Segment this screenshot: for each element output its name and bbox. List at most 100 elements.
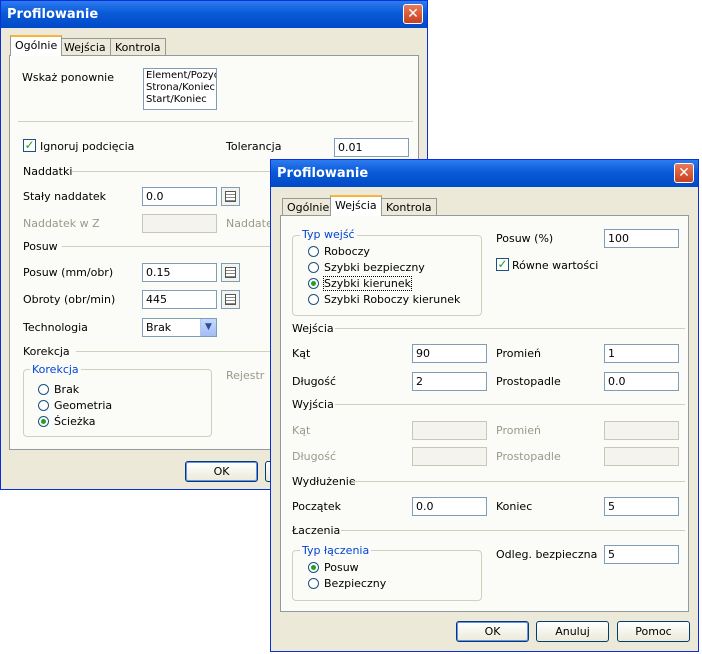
wyjscia-dlugosc-label: Długość [292, 450, 337, 463]
front-tab-label: Wejścia [335, 199, 377, 212]
typ-wejsc-radio-szybki-roboczy-kierunek[interactable] [308, 294, 319, 305]
chevron-down-icon[interactable]: ▼ [200, 319, 216, 336]
typ-laczenia-radio-bezpieczny[interactable] [308, 578, 319, 589]
close-icon: ✕ [407, 6, 419, 22]
wskaz-listbox[interactable]: Element/Pozyc Strona/Koniec Start/Koniec [143, 68, 217, 110]
technologia-label: Technologia [23, 321, 88, 334]
naddatki-group-label: Naddatki [23, 165, 73, 178]
wejscia-group-label: Wejścia [292, 322, 334, 335]
typ-wejsc-radio-roboczy[interactable] [308, 246, 319, 257]
ignoruj-checkbox[interactable]: ✓ [23, 139, 36, 152]
korekcja-groupbox [23, 369, 212, 437]
front-titlebar[interactable]: Profilowanie [271, 160, 698, 187]
staly-input[interactable]: 0.0 [142, 187, 217, 206]
list-item[interactable]: Element/Pozyc [146, 70, 216, 82]
promien-input[interactable]: 1 [604, 344, 679, 363]
front-close-button[interactable]: ✕ [674, 163, 694, 183]
typ-laczenia-radio-posuw[interactable] [308, 562, 319, 573]
back-ok-button[interactable]: OK [185, 461, 258, 482]
button-label: Anuluj [555, 625, 590, 638]
front-pomoc-button[interactable]: Pomoc [617, 621, 690, 642]
wskaz-label: Wskaż ponownie [22, 71, 115, 84]
rowne-checkbox[interactable]: ✓ [496, 258, 509, 271]
back-close-button[interactable]: ✕ [403, 4, 423, 24]
odleg-label: Odleg. bezpieczna [496, 548, 598, 561]
poczatek-label: Początek [292, 500, 341, 513]
radio-label: Bezpieczny [324, 577, 387, 590]
koniec-input[interactable]: 5 [604, 497, 679, 516]
promien-label: Promień [496, 347, 541, 360]
laczenia-group-label: Łaczenia [292, 524, 341, 537]
calculator-icon[interactable] [221, 290, 240, 309]
wyjscia-kat-label: Kąt [292, 424, 311, 437]
front-tab-kontrola[interactable]: Kontrola [381, 198, 437, 216]
naddatek-z-label: Naddatek w Z [23, 217, 100, 230]
dlugosc-input[interactable]: 2 [412, 372, 487, 391]
typ-wejsc-radio-szybki-kierunek[interactable] [308, 278, 319, 289]
radio-label: Brak [54, 383, 80, 396]
wyjscia-promien-input [604, 421, 679, 440]
posuw-label: Posuw (mm/obr) [23, 266, 114, 279]
korekcja-box-label: Korekcja [30, 363, 81, 376]
wyjscia-promien-label: Promień [496, 424, 541, 437]
front-tab-label: Kontrola [386, 201, 432, 214]
posuw-pct-input[interactable]: 100 [604, 229, 679, 248]
odleg-input[interactable]: 5 [604, 545, 679, 564]
list-item[interactable]: Strona/Koniec [146, 82, 215, 94]
list-item[interactable]: Start/Koniec [146, 94, 214, 106]
obroty-input[interactable]: 445 [142, 290, 217, 309]
wyjscia-dlugosc-input [412, 447, 487, 466]
radio-label: Posuw [324, 561, 359, 574]
korekcja-radio-geometria[interactable] [38, 400, 49, 411]
radio-label: Roboczy [324, 245, 370, 258]
typ-wejsc-radio-szybki-bezpieczny[interactable] [308, 262, 319, 273]
back-tab-label: Ogólnie [15, 39, 58, 52]
posuw-input[interactable]: 0.15 [142, 263, 217, 282]
kat-input[interactable]: 90 [412, 344, 487, 363]
staly-label: Stały naddatek [23, 190, 107, 203]
back-tab-ogolnie[interactable]: Ogólnie [10, 35, 63, 56]
front-tab-ogolnie[interactable]: Ogólnie [282, 198, 335, 216]
ignoruj-label: Ignoruj podcięcia [40, 140, 135, 153]
button-label: OK [213, 465, 230, 478]
back-titlebar[interactable]: Profilowanie [1, 1, 427, 28]
button-label: OK [484, 625, 501, 638]
calculator-icon[interactable] [221, 263, 240, 282]
technologia-select[interactable]: Brak ▼ [142, 318, 217, 337]
front-ok-button[interactable]: OK [456, 621, 529, 642]
radio-label: Szybki kierunek [323, 276, 412, 291]
separator [76, 351, 272, 352]
poczatek-input[interactable]: 0.0 [412, 497, 487, 516]
prostopadle-input[interactable]: 0.0 [604, 372, 679, 391]
separator [72, 171, 272, 172]
wydluzenie-group-label: Wydłużenie [292, 475, 356, 488]
tolerancja-input[interactable]: 0.01 [334, 138, 409, 157]
korekcja-radio-sciezka[interactable] [38, 416, 49, 427]
separator [18, 121, 413, 122]
front-tab-wejscia[interactable]: Wejścia [330, 195, 382, 216]
tolerancja-label: Tolerancja [226, 140, 282, 153]
back-tab-wejscia[interactable]: Wejścia [59, 38, 111, 56]
typ-laczenia-groupbox [292, 550, 482, 601]
wyjscia-prostopadle-label: Prostopadle [496, 450, 561, 463]
front-anuluj-button[interactable]: Anuluj [536, 621, 609, 642]
wyjscia-prostopadle-input [604, 447, 679, 466]
korekcja-group-label: Korekcja [23, 345, 70, 358]
back-tab-label: Wejścia [64, 41, 106, 54]
separator [62, 246, 272, 247]
back-tab-kontrola[interactable]: Kontrola [110, 38, 166, 56]
front-tab-label: Ogólnie [287, 201, 330, 214]
typ-wejsc-label: Typ wejść [300, 228, 357, 241]
front-dialog: Profilowanie ✕ Ogólnie Wejścia Kontrola … [270, 159, 699, 652]
dlugosc-label: Długość [292, 375, 337, 388]
wyjscia-group-label: Wyjścia [292, 398, 334, 411]
calculator-icon[interactable] [221, 187, 240, 206]
rowne-label: Równe wartości [512, 259, 599, 272]
radio-label: Geometria [54, 399, 113, 412]
separator [341, 530, 685, 531]
korekcja-radio-brak[interactable] [38, 384, 49, 395]
back-title: Profilowanie [7, 7, 99, 22]
naddatek-z-input [142, 214, 217, 233]
wyjscia-kat-input [412, 421, 487, 440]
button-label: Pomoc [635, 625, 672, 638]
